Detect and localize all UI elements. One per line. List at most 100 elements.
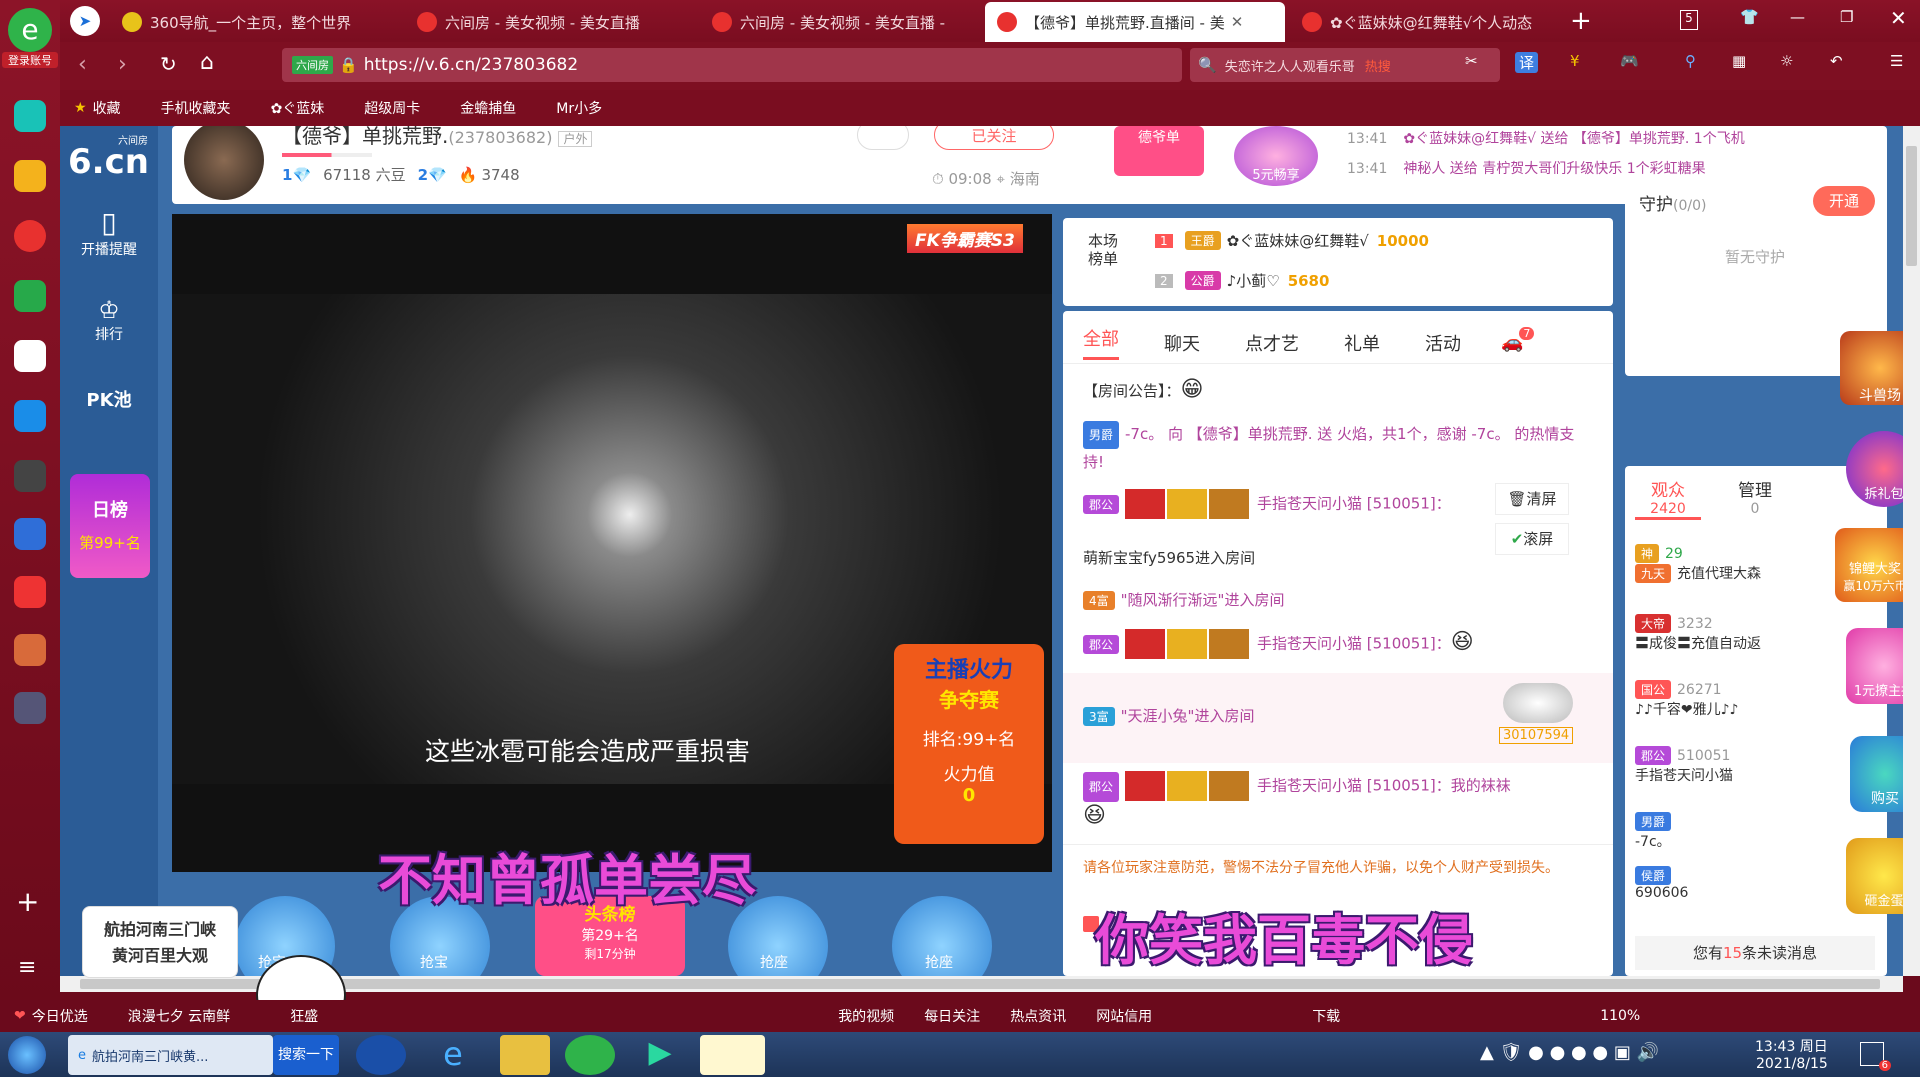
p-icon[interactable] xyxy=(14,400,46,432)
status-item[interactable]: 下载 xyxy=(1312,1006,1340,1026)
k-icon[interactable] xyxy=(356,1035,406,1075)
minimize-icon[interactable]: — xyxy=(1790,8,1805,26)
search-input[interactable]: 🔍 失恋许之人人观看乐哥 热搜 xyxy=(1190,48,1500,82)
tab-profile[interactable]: ✿ぐ蓝妹妹@红舞鞋√个人动态 xyxy=(1290,2,1590,42)
reload-icon[interactable]: ↻ xyxy=(160,52,177,76)
tab-activity[interactable]: 活动 xyxy=(1425,330,1461,356)
audience-row[interactable]: 神 29 九天 充值代理大森 xyxy=(1635,544,1761,583)
restore-icon[interactable]: ❐ xyxy=(1840,8,1853,26)
tab-talent[interactable]: 点才艺 xyxy=(1245,330,1299,356)
fk-badge[interactable]: FK争霸赛S3 xyxy=(907,224,1023,253)
status-item[interactable]: 热点资讯 xyxy=(1010,1006,1066,1026)
tab-chat[interactable]: 聊天 xyxy=(1164,330,1200,356)
daily-rank-badge[interactable]: 日榜 第99+名 xyxy=(70,474,150,578)
status-item[interactable]: 浪漫七夕 云南鲜 xyxy=(128,1006,230,1026)
nav-rank[interactable]: ♔ 排行 xyxy=(60,296,158,344)
translate-button[interactable]: 译 xyxy=(1515,52,1539,73)
notification-icon[interactable]: 6 xyxy=(1860,1042,1891,1071)
folder-icon[interactable] xyxy=(500,1035,550,1075)
gamepad-icon[interactable]: 🎮 xyxy=(1620,52,1639,70)
guard-open-button[interactable]: 开通 xyxy=(1813,186,1875,216)
scroll-screen-button[interactable]: ✔滚屏 xyxy=(1495,523,1569,555)
nav-remind[interactable]: ▯ 开播提醒 xyxy=(60,206,158,259)
promo-balloon[interactable]: 5元畅享 xyxy=(1234,126,1318,186)
game-taskbar-icon[interactable] xyxy=(700,1035,765,1075)
360-icon[interactable] xyxy=(565,1035,615,1075)
magnifier-icon[interactable]: ⚲ xyxy=(1685,52,1696,70)
tab-all[interactable]: 全部 xyxy=(1083,325,1119,360)
game-icon[interactable] xyxy=(14,460,46,492)
video-player[interactable]: FK争霸赛S3 这些冰雹可能会造成严重损害 主播火力 争夺赛 排名:99+名 火… xyxy=(172,214,1052,872)
tab-audience[interactable]: 观众 2420 xyxy=(1635,476,1701,520)
audience-row[interactable]: 男爵 -7c。 xyxy=(1635,812,1677,851)
shirt-icon[interactable]: 👕 xyxy=(1740,8,1759,26)
floating-video-card[interactable]: 航拍河南三门峡 黄河百里大观 xyxy=(82,906,238,978)
weibo-icon[interactable] xyxy=(14,220,46,252)
site-logo[interactable]: 六间房 6.cn xyxy=(68,132,149,179)
doc-icon[interactable] xyxy=(14,518,46,550)
ranking-row-2[interactable]: 2 公爵 ♪小蓟♡ 5680 xyxy=(1155,270,1329,291)
tab-360[interactable]: 360导航_一个主页，整个世界 xyxy=(110,2,440,42)
brightness-icon[interactable]: ☼ xyxy=(1780,52,1793,70)
tab-gifts[interactable]: 礼单 xyxy=(1344,330,1380,356)
start-button[interactable] xyxy=(8,1036,46,1074)
clock[interactable]: 13:43 周日 2021/8/15 xyxy=(1755,1036,1828,1072)
status-item[interactable]: 今日优选 xyxy=(32,1006,88,1026)
status-item[interactable]: 我的视频 xyxy=(838,1006,894,1026)
url-field[interactable]: 六间房 🔒 https://v.6.cn/237803682 xyxy=(282,48,1182,82)
back-icon[interactable]: ‹ xyxy=(78,52,87,77)
close-window-icon[interactable]: ✕ xyxy=(1890,6,1907,30)
promo-heart[interactable]: 德爷单 xyxy=(1114,126,1204,176)
player-icon[interactable]: ▶ xyxy=(635,1035,685,1075)
forward-icon[interactable]: › xyxy=(118,52,127,77)
promo-arena[interactable]: 斗兽场 xyxy=(1840,331,1903,405)
app-icon-1[interactable] xyxy=(14,100,46,132)
bookmark-item[interactable]: 收藏 xyxy=(93,98,121,118)
taskbar-search[interactable]: 搜索一下 xyxy=(273,1035,339,1075)
nav-pk[interactable]: PK池 xyxy=(60,386,158,412)
game3-icon[interactable] xyxy=(14,692,46,724)
streamer-avatar[interactable] xyxy=(184,126,264,200)
vertical-scrollbar[interactable] xyxy=(1903,126,1920,976)
new-tab-icon[interactable]: + xyxy=(1570,6,1592,36)
bookmark-item[interactable]: ✿ぐ蓝妹 xyxy=(271,98,325,118)
tab-active[interactable]: 【德爷】单挑荒野.直播间 - 美 ✕ xyxy=(985,2,1285,42)
audience-row[interactable]: 郡公 510051 手指苍天问小猫 xyxy=(1635,746,1733,785)
login-button[interactable]: 登录账号 xyxy=(2,52,58,68)
promo-buy[interactable]: 购买 xyxy=(1850,736,1903,812)
tab-manage[interactable]: 管理 0 xyxy=(1725,476,1785,517)
scissors-icon[interactable]: ✂ xyxy=(1465,52,1478,70)
zoom-level[interactable]: 110% xyxy=(1600,1008,1640,1024)
shop-icon[interactable] xyxy=(14,576,46,608)
tray-icons[interactable]: ▲ 🛡 ● ● ● ● ▣ 🔊 xyxy=(1480,1042,1659,1063)
ie-taskbar-icon[interactable]: e xyxy=(428,1035,478,1075)
game2-icon[interactable] xyxy=(14,634,46,666)
status-item[interactable]: 狂盛 xyxy=(290,1006,318,1026)
bookmark-item[interactable]: 超级周卡 xyxy=(364,98,420,118)
menu-lines-icon[interactable]: ☰ xyxy=(1890,52,1903,70)
bookmark-item[interactable]: 金蟾捕鱼 xyxy=(460,98,516,118)
ranking-title[interactable]: 本场榜单 xyxy=(1088,232,1124,268)
360-browser-logo[interactable]: e xyxy=(8,8,52,52)
status-item[interactable]: 网站信用 xyxy=(1096,1006,1152,1026)
mail-icon[interactable] xyxy=(14,280,46,312)
tab-6cn-2[interactable]: 六间房 - 美女视频 - 美女直播 - xyxy=(700,2,990,42)
bookmark-item[interactable]: 手机收藏夹 xyxy=(161,98,231,118)
follow-button[interactable]: 已关注 xyxy=(934,126,1054,150)
close-tab-icon[interactable]: ✕ xyxy=(1231,13,1244,31)
promo-koi[interactable]: 锦鲤大奖 赢10万六币 xyxy=(1835,528,1903,602)
cloud-icon[interactable] xyxy=(14,340,46,372)
tab-count[interactable]: 5 xyxy=(1680,10,1698,30)
share-button[interactable] xyxy=(857,126,909,150)
add-icon[interactable]: + xyxy=(16,885,39,918)
grid-icon[interactable]: ▦ xyxy=(1732,52,1746,70)
audience-row[interactable]: 侯爵 690606 xyxy=(1635,866,1688,901)
unread-messages[interactable]: 您有15条未读消息 xyxy=(1635,936,1875,970)
ranking-row-1[interactable]: 1 王爵 ✿ぐ蓝妹妹@红舞鞋√ 10000 xyxy=(1155,230,1429,251)
undo-icon[interactable]: ↶ xyxy=(1830,52,1843,70)
tab-6cn-1[interactable]: 六间房 - 美女视频 - 美女直播 xyxy=(405,2,695,42)
home-icon[interactable]: ⌂ xyxy=(200,50,214,75)
status-item[interactable]: 每日关注 xyxy=(924,1006,980,1026)
navigate-icon[interactable]: ➤ xyxy=(70,6,100,36)
menu-icon[interactable]: ≡ xyxy=(18,955,36,980)
